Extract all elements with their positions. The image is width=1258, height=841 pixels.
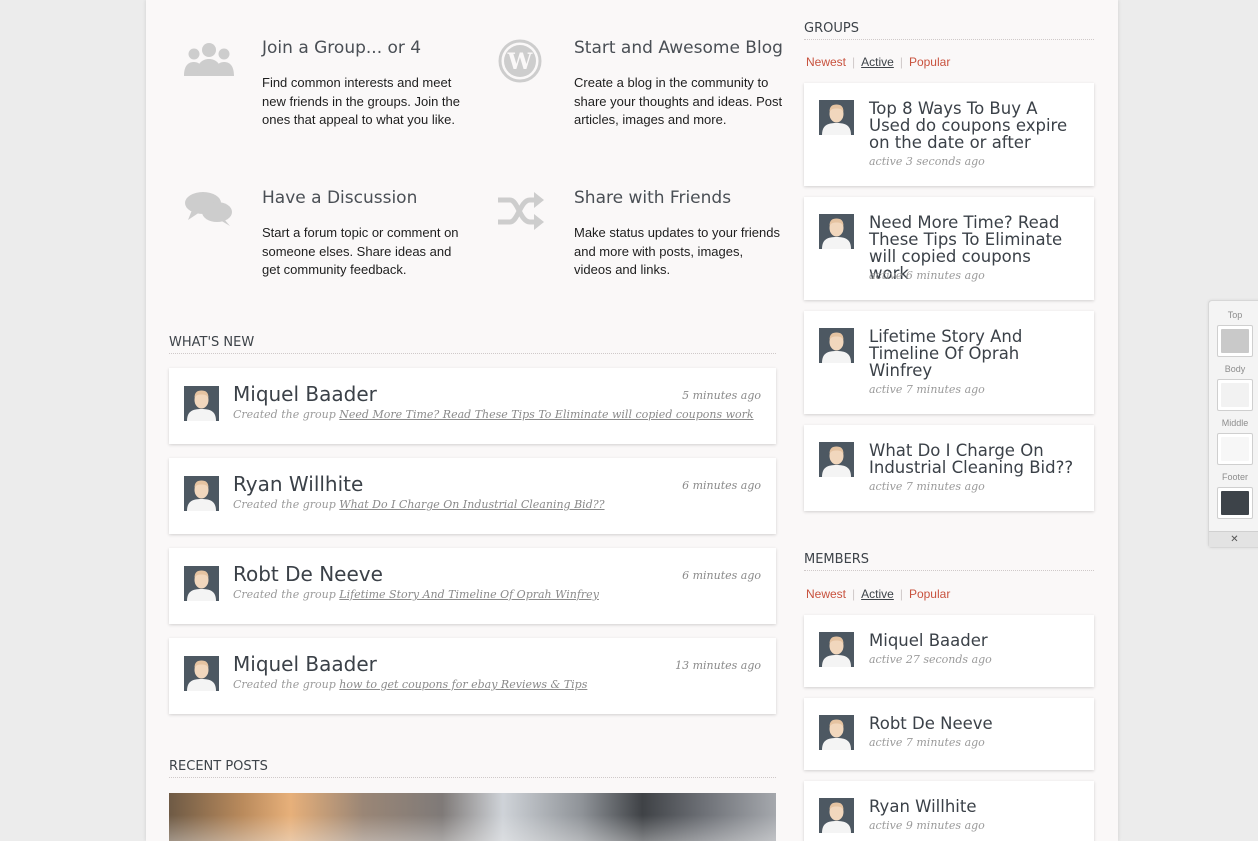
swatch-footer-color	[1221, 491, 1249, 515]
member-item: Robt De Neeve active 7 minutes ago	[804, 698, 1094, 770]
group-item: Lifetime Story And Timeline Of Oprah Win…	[804, 311, 1094, 414]
switcher-label-footer: Footer	[1221, 472, 1248, 482]
groups-tab-active[interactable]: Active	[861, 55, 894, 69]
activity-meta: Created the group Lifetime Story And Tim…	[233, 588, 599, 601]
activity-time: 6 minutes ago	[682, 569, 761, 582]
avatar[interactable]	[184, 476, 219, 511]
activity-group-link[interactable]: how to get coupons for ebay Reviews & Ti…	[339, 678, 587, 691]
feature-text: Start a forum topic or comment on someon…	[262, 225, 459, 277]
avatar[interactable]	[819, 798, 854, 833]
avatar[interactable]	[819, 328, 854, 363]
avatar[interactable]	[184, 656, 219, 691]
whats-new-heading: WHAT'S NEW	[169, 335, 776, 354]
wordpress-icon: W	[496, 38, 546, 84]
activity-item: Miquel Baader 5 minutes ago Created the …	[169, 368, 776, 444]
groups-heading: GROUPS	[804, 21, 1094, 40]
groups-tabs: Newest | Active | Popular	[806, 55, 951, 69]
avatar[interactable]	[819, 632, 854, 667]
swatch-body-color	[1221, 383, 1249, 407]
activity-group-link[interactable]: What Do I Charge On Industrial Cleaning …	[339, 498, 604, 511]
switcher-label-middle: Middle	[1221, 418, 1249, 428]
recent-posts-heading: RECENT POSTS	[169, 759, 776, 778]
members-tabs: Newest | Active | Popular	[806, 587, 951, 601]
switcher-label-top: Top	[1227, 310, 1243, 320]
activity-user-name[interactable]: Miquel Baader	[233, 652, 377, 676]
members-tab-newest[interactable]: Newest	[806, 587, 846, 601]
feature-text: Create a blog in the community to share …	[574, 75, 783, 127]
main-page: Join a Group... or 4 Find common interes…	[146, 0, 1118, 841]
member-active-time: active 27 seconds ago	[869, 653, 992, 666]
feature-title: Start and Awesome Blog	[574, 38, 783, 58]
member-active-time: active 9 minutes ago	[869, 819, 985, 832]
feature-text: Make status updates to your friends and …	[574, 225, 780, 277]
group-active-time: active 3 seconds ago	[869, 155, 985, 168]
member-item: Miquel Baader active 27 seconds ago	[804, 615, 1094, 687]
group-item: What Do I Charge On Industrial Cleaning …	[804, 425, 1094, 511]
activity-meta: Created the group What Do I Charge On In…	[233, 498, 605, 511]
activity-meta: Created the group Need More Time? Read T…	[233, 408, 754, 421]
avatar[interactable]	[819, 100, 854, 135]
group-title[interactable]: Lifetime Story And Timeline Of Oprah Win…	[869, 328, 1074, 379]
activity-time: 6 minutes ago	[682, 479, 761, 492]
feature-title: Share with Friends	[574, 188, 732, 208]
swatch-top[interactable]	[1217, 325, 1253, 357]
swatch-middle-color	[1221, 437, 1249, 461]
style-switcher: Top Body Middle Footer ✕	[1208, 300, 1258, 548]
shuffle-icon	[496, 188, 546, 234]
activity-prefix: Created the group	[233, 678, 336, 691]
activity-time: 5 minutes ago	[682, 389, 761, 402]
activity-item: Miquel Baader 13 minutes ago Created the…	[169, 638, 776, 714]
avatar[interactable]	[184, 386, 219, 421]
speech-bubbles-icon	[184, 188, 234, 234]
feature-title: Have a Discussion	[262, 188, 418, 208]
swatch-middle[interactable]	[1217, 433, 1253, 465]
groups-tab-popular[interactable]: Popular	[909, 55, 950, 69]
activity-prefix: Created the group	[233, 588, 336, 601]
recent-post-image[interactable]	[169, 793, 776, 841]
activity-meta: Created the group how to get coupons for…	[233, 678, 587, 691]
activity-prefix: Created the group	[233, 498, 336, 511]
group-item: Top 8 Ways To Buy A Used do coupons expi…	[804, 83, 1094, 186]
avatar[interactable]	[184, 566, 219, 601]
activity-time: 13 minutes ago	[675, 659, 761, 672]
member-item: Ryan Willhite active 9 minutes ago	[804, 781, 1094, 841]
activity-group-link[interactable]: Lifetime Story And Timeline Of Oprah Win…	[339, 588, 599, 601]
member-name[interactable]: Ryan Willhite	[869, 798, 1074, 815]
swatch-footer[interactable]	[1217, 487, 1253, 519]
svg-text:W: W	[507, 49, 533, 75]
group-active-time: active 6 minutes ago	[869, 269, 985, 282]
switcher-label-body: Body	[1224, 364, 1246, 374]
group-title[interactable]: Top 8 Ways To Buy A Used do coupons expi…	[869, 100, 1074, 151]
swatch-top-color	[1221, 329, 1249, 353]
swatch-body[interactable]	[1217, 379, 1253, 411]
activity-group-link[interactable]: Need More Time? Read These Tips To Elimi…	[339, 408, 753, 421]
feature-text: Find common interests and meet new frien…	[262, 75, 461, 127]
group-active-time: active 7 minutes ago	[869, 383, 985, 396]
avatar[interactable]	[819, 715, 854, 750]
close-icon[interactable]: ✕	[1209, 531, 1258, 547]
activity-item: Ryan Willhite 6 minutes ago Created the …	[169, 458, 776, 534]
members-tab-active[interactable]: Active	[861, 587, 894, 601]
member-name[interactable]: Robt De Neeve	[869, 715, 1074, 732]
group-icon	[184, 38, 234, 84]
members-tab-popular[interactable]: Popular	[909, 587, 950, 601]
avatar[interactable]	[819, 214, 854, 249]
activity-user-name[interactable]: Ryan Willhite	[233, 472, 363, 496]
activity-prefix: Created the group	[233, 408, 336, 421]
activity-user-name[interactable]: Robt De Neeve	[233, 562, 383, 586]
group-title[interactable]: What Do I Charge On Industrial Cleaning …	[869, 442, 1074, 476]
group-item: Need More Time? Read These Tips To Elimi…	[804, 197, 1094, 300]
groups-tab-newest[interactable]: Newest	[806, 55, 846, 69]
group-active-time: active 7 minutes ago	[869, 480, 985, 493]
activity-item: Robt De Neeve 6 minutes ago Created the …	[169, 548, 776, 624]
member-active-time: active 7 minutes ago	[869, 736, 985, 749]
feature-title: Join a Group... or 4	[262, 38, 422, 58]
member-name[interactable]: Miquel Baader	[869, 632, 1074, 649]
avatar[interactable]	[819, 442, 854, 477]
members-heading: MEMBERS	[804, 552, 1094, 571]
activity-user-name[interactable]: Miquel Baader	[233, 382, 377, 406]
